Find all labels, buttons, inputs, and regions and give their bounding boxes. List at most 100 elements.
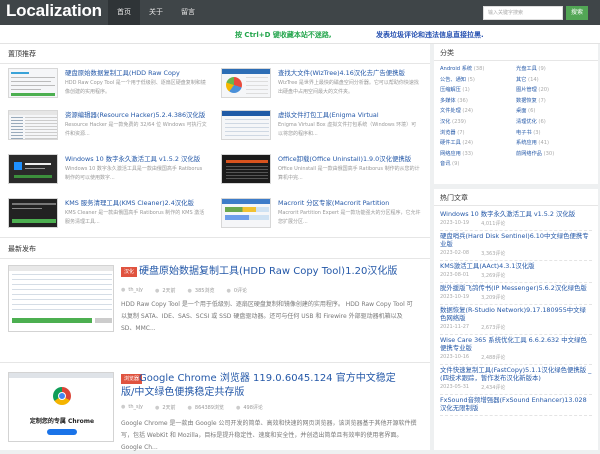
pinned-title[interactable]: Windows 10 数字永久激活工具 v1.5.2 汉化版	[65, 154, 200, 163]
pinned-title[interactable]: Macrorit 分区专家(Macrorit Partition	[278, 198, 389, 207]
post-meta: th_sjy 2天前 385浏览 0评论	[121, 287, 247, 294]
notice-bookmark: 按 Ctrl+D 键收藏本站不迷路,	[235, 31, 332, 39]
hot-post-title[interactable]: KMS激活工具(AAct)4.3.1汉化版	[440, 262, 592, 270]
category-link[interactable]: 公告、通知 (5)	[440, 75, 516, 86]
category-list: Android 系统 (38) 光盘工具 (9) 公告、通知 (5) 其它 (14) 压…	[434, 61, 598, 170]
divider	[0, 237, 430, 238]
pinned-title[interactable]: 资源编辑器(Resource Hacker)5.2.4.386汉化版	[65, 110, 205, 119]
pinned-excerpt: KMS Cleaner 是一款由俄国高手 Ratiborus 制作的 KMS 激…	[65, 210, 205, 225]
post-author[interactable]: th_sjy	[121, 287, 143, 294]
category-heading: 分类	[434, 44, 598, 61]
category-link[interactable]: 浏览器 (7)	[440, 128, 516, 139]
post-views: 385浏览	[188, 287, 215, 294]
category-link[interactable]: 光盘工具 (9)	[516, 64, 592, 75]
hot-post-title[interactable]: 文件快速复制工具(FastCopy)5.1.1汉化绿色便携版 _ (四技术跟踪，…	[440, 366, 592, 382]
post-item: 定制您的专属 Chrome 浏览器 Google Chrome 浏览器 119.…	[0, 372, 430, 451]
hot-post-comments: 2,434评论	[481, 385, 506, 391]
post-author[interactable]: th_sjy	[121, 404, 143, 411]
post-meta: th_sjy 2天前 864389浏览 498评论	[121, 404, 263, 411]
hot-post-comments: 3,363评论	[481, 251, 506, 257]
category-link[interactable]: 其它 (14)	[516, 75, 592, 86]
pinned-title[interactable]: 硬盘原始数据复制工具(HDD Raw Copy	[65, 68, 180, 77]
pinned-thumbnail[interactable]	[8, 154, 58, 184]
post-title[interactable]: 硬盘原始数据复制工具(HDD Raw Copy Tool)1.20汉化版	[121, 265, 401, 279]
pinned-thumbnail[interactable]	[8, 68, 58, 98]
pinned-excerpt: Office Uninstall 是一款由俄国高手 Ratiborus 制作的从…	[278, 166, 420, 181]
divider	[0, 258, 430, 259]
pinned-title[interactable]: 虚拟文件打包工具(Enigma Virtual	[278, 110, 379, 119]
pinned-item[interactable]: 查找大文件(WizTree)4.16汉化去广告便携版 WizTree 是世界上最…	[221, 68, 421, 106]
pinned-item[interactable]: Windows 10 数字永久激活工具 v1.5.2 汉化版 Windows 1…	[8, 154, 208, 192]
hot-post-date: 2023-10-19	[440, 220, 470, 226]
pinned-item[interactable]: 虚拟文件打包工具(Enigma Virtual Enigma Virtual B…	[221, 110, 421, 148]
hot-post-title[interactable]: Windows 10 数字永久激活工具 v1.5.2 汉化版	[440, 210, 592, 218]
pinned-title[interactable]: KMS 服务清理工具(KMS Cleaner)2.4汉化版	[65, 198, 194, 207]
pinned-excerpt: Windows 10 数字永久激活工具是一款由俄国高手 Ratiborus 制作…	[65, 166, 203, 181]
search-button[interactable]: 搜索	[566, 6, 588, 20]
pinned-thumbnail[interactable]	[8, 198, 58, 228]
site-logo[interactable]: Localization	[6, 1, 102, 21]
category-link[interactable]: 压缩解压 (1)	[440, 85, 516, 96]
pinned-item[interactable]: Office卸载(Office Uninstall)1.9.0汉化便携版 Off…	[221, 154, 421, 192]
category-link[interactable]: 数据恢复 (7)	[516, 96, 592, 107]
hot-post-title[interactable]: FxSound音频增强器(FxSound Enhancer)13.028汉化无限…	[440, 396, 592, 412]
category-link[interactable]: 图片管理 (20)	[516, 85, 592, 96]
category-link[interactable]: 汉化 (239)	[440, 117, 516, 128]
pinned-thumbnail[interactable]	[221, 68, 271, 98]
pinned-thumbnail[interactable]	[221, 154, 271, 184]
pinned-thumbnail[interactable]	[221, 110, 271, 140]
pinned-item[interactable]: KMS 服务清理工具(KMS Cleaner)2.4汉化版 KMS Cleane…	[8, 198, 208, 236]
post-thumbnail[interactable]: 定制您的专属 Chrome	[8, 372, 114, 442]
post-excerpt: Google Chrome 是一款由 Google 公司开发的简单、高效和快速的…	[121, 420, 417, 451]
pinned-title[interactable]: 查找大文件(WizTree)4.16汉化去广告便携版	[278, 68, 405, 77]
pinned-thumbnail[interactable]	[8, 110, 58, 140]
post-comments[interactable]: 498评论	[236, 404, 263, 411]
hot-post-title[interactable]: Wise Care 365 系统优化工具 6.6.2.632 中文绿色便携专业版	[440, 336, 592, 352]
hot-post-item: 硬盘哨兵(Hard Disk Sentinel)6.10中文绿色便携专业版 202…	[440, 231, 592, 261]
hot-post-meta: 2023-08-01 3,269评论	[440, 272, 592, 279]
nav-home[interactable]: 首页	[108, 0, 140, 25]
post-comments[interactable]: 0评论	[226, 287, 247, 294]
pinned-item[interactable]: Macrorit 分区专家(Macrorit Partition Macrori…	[221, 198, 421, 236]
category-link[interactable]: 文件处理 (24)	[440, 106, 516, 117]
pinned-item[interactable]: 资源编辑器(Resource Hacker)5.2.4.386汉化版 Resou…	[8, 110, 208, 148]
category-link[interactable]: 清理优化 (6)	[516, 117, 592, 128]
hot-post-meta: 2023-02-08 3,363评论	[440, 250, 592, 257]
category-link[interactable]: 系统应用 (41)	[516, 138, 592, 149]
category-link[interactable]: 音讯 (9)	[440, 159, 516, 170]
category-link[interactable]: 多媒体 (36)	[440, 96, 516, 107]
category-widget: 分类 Android 系统 (38) 光盘工具 (9) 公告、通知 (5) 其它 (1…	[434, 44, 598, 184]
post-thumbnail[interactable]	[8, 265, 114, 332]
pinned-item[interactable]: 硬盘原始数据复制工具(HDD Raw Copy HDD Raw Copy Too…	[8, 68, 208, 106]
nav-guestbook[interactable]: 留言	[172, 0, 204, 25]
post-views: 864389浏览	[188, 404, 224, 411]
hot-post-meta: 2023-10-16 2,488评论	[440, 354, 592, 361]
hot-post-title[interactable]: 硬盘哨兵(Hard Disk Sentinel)6.10中文绿色便携专业版	[440, 232, 592, 248]
hot-post-title[interactable]: 数据恢复(R-Studio Network)9.17.180955中文绿色网络版	[440, 306, 592, 322]
category-link[interactable]: 前网络作品 (30)	[516, 149, 592, 160]
post-excerpt: HDD Raw Copy Tool 是一个用于低级别、逐扇区硬盘复制和镜像创建的…	[121, 301, 413, 332]
hot-post-item: Wise Care 365 系统优化工具 6.6.2.632 中文绿色便携专业版…	[440, 335, 592, 365]
main-nav: 首页 关于 留言	[108, 0, 204, 25]
category-link[interactable]: Android 系统 (38)	[440, 64, 516, 75]
pinned-thumbnail[interactable]	[221, 198, 271, 228]
pinned-excerpt: HDD Raw Copy Tool 是一个用于低级别、逐扇区硬盘复制和镜像创建的…	[65, 80, 206, 95]
hot-post-date: 2023-02-08	[440, 250, 470, 256]
pinned-heading: 置顶推荐	[8, 50, 36, 58]
pinned-title[interactable]: Office卸载(Office Uninstall)1.9.0汉化便携版	[278, 154, 411, 163]
category-link[interactable]: 桌面 (6)	[516, 106, 592, 117]
hot-post-item: FxSound音频增强器(FxSound Enhancer)13.028汉化无限…	[440, 395, 592, 416]
hot-post-item: 数据恢复(R-Studio Network)9.17.180955中文绿色网络版…	[440, 305, 592, 335]
hot-posts-widget: 热门文章 Windows 10 数字永久激活工具 v1.5.2 汉化版 2023-…	[434, 189, 598, 450]
post-date: 2天前	[155, 287, 175, 294]
search-input[interactable]: 输入关键字搜索	[483, 6, 563, 20]
pinned-excerpt: Enigma Virtual Box 虚拟文件打包系统（Windows 环境）可…	[278, 122, 417, 137]
hot-posts-list: Windows 10 数字永久激活工具 v1.5.2 汉化版 2023-10-19…	[434, 206, 598, 416]
hot-post-date: 2023-08-01	[440, 272, 470, 278]
category-link[interactable]: 网络应用 (33)	[440, 149, 516, 160]
category-link[interactable]: 硬件工具 (24)	[440, 138, 516, 149]
hot-post-title[interactable]: 脱外援版飞鸽传书(IP Messenger)5.6.2汉化绿色版	[440, 284, 592, 292]
nav-about[interactable]: 关于	[140, 0, 172, 25]
category-link[interactable]: 电子书 (3)	[516, 128, 592, 139]
post-title[interactable]: Google Chrome 浏览器 119.0.6045.124 官方中文稳定版…	[121, 372, 401, 400]
